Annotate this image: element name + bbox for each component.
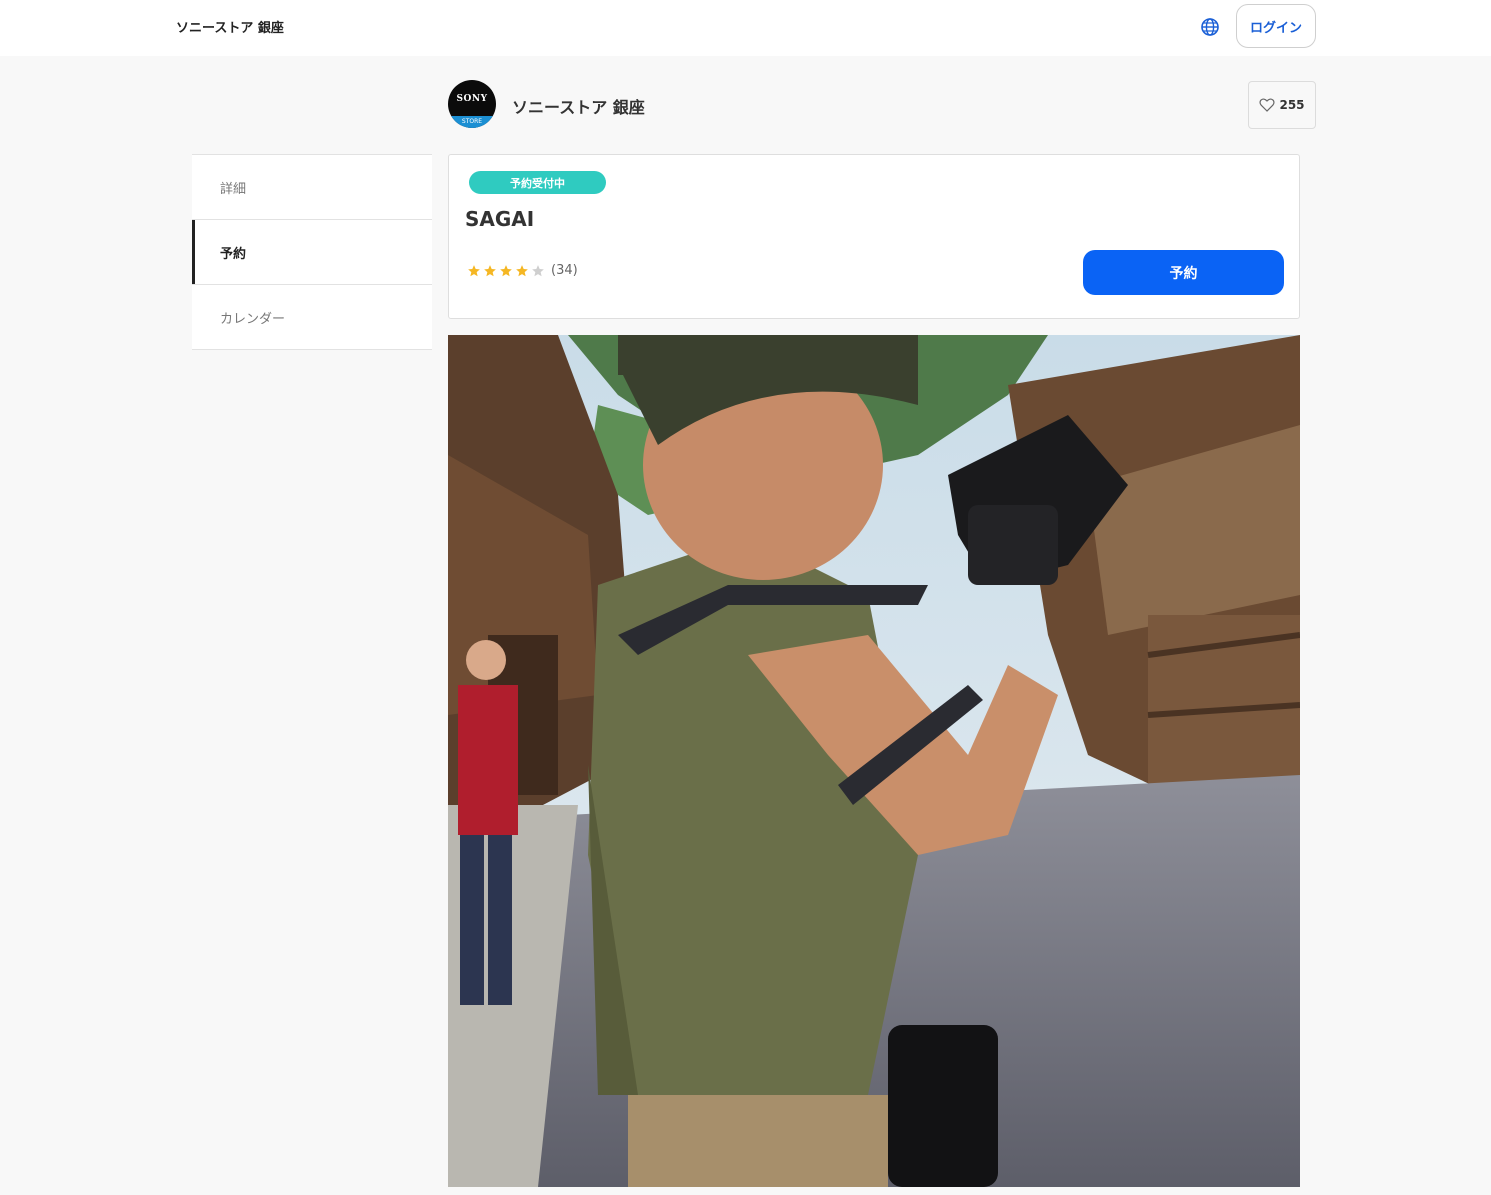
photo-illustration bbox=[448, 335, 1300, 1187]
shop-name[interactable]: ソニーストア 銀座 bbox=[512, 94, 645, 118]
star-icon bbox=[500, 264, 512, 276]
reserve-button[interactable]: 予約 bbox=[1083, 250, 1284, 295]
service-photo bbox=[448, 335, 1300, 1187]
login-button[interactable]: ログイン bbox=[1236, 4, 1316, 48]
rating-stars bbox=[467, 264, 545, 278]
like-button[interactable]: 255 bbox=[1248, 81, 1316, 129]
star-icon bbox=[516, 264, 528, 276]
shop-avatar[interactable]: SONY STORE bbox=[448, 80, 496, 128]
nav-item-reservation[interactable]: 予約 bbox=[192, 220, 432, 285]
status-badge: 予約受付中 bbox=[469, 171, 606, 194]
star-icon bbox=[468, 264, 480, 276]
review-count: (34) bbox=[551, 263, 578, 278]
top-bar: ソニーストア 銀座 ログイン bbox=[0, 0, 1491, 56]
rating[interactable]: (34) bbox=[467, 263, 578, 278]
nav-item-details[interactable]: 詳細 bbox=[192, 155, 432, 220]
star-icon bbox=[532, 264, 544, 276]
nav-item-calendar[interactable]: カレンダー bbox=[192, 285, 432, 350]
nav-item-label: カレンダー bbox=[220, 311, 286, 327]
like-count: 255 bbox=[1279, 98, 1305, 112]
brand-link[interactable]: ソニーストア 銀座 bbox=[176, 17, 284, 36]
star-icon bbox=[484, 264, 496, 276]
nav-item-label: 詳細 bbox=[220, 181, 247, 197]
side-navigation: 詳細 予約 カレンダー bbox=[192, 154, 432, 350]
globe-icon[interactable] bbox=[1199, 16, 1221, 38]
nav-item-label: 予約 bbox=[220, 246, 247, 262]
logo-subtext: STORE bbox=[448, 116, 496, 128]
logo-text: SONY bbox=[456, 94, 488, 104]
heart-icon bbox=[1259, 98, 1276, 112]
service-card: 予約受付中 SAGAI (34) 予約 bbox=[448, 154, 1300, 319]
service-title: SAGAI bbox=[465, 207, 535, 231]
